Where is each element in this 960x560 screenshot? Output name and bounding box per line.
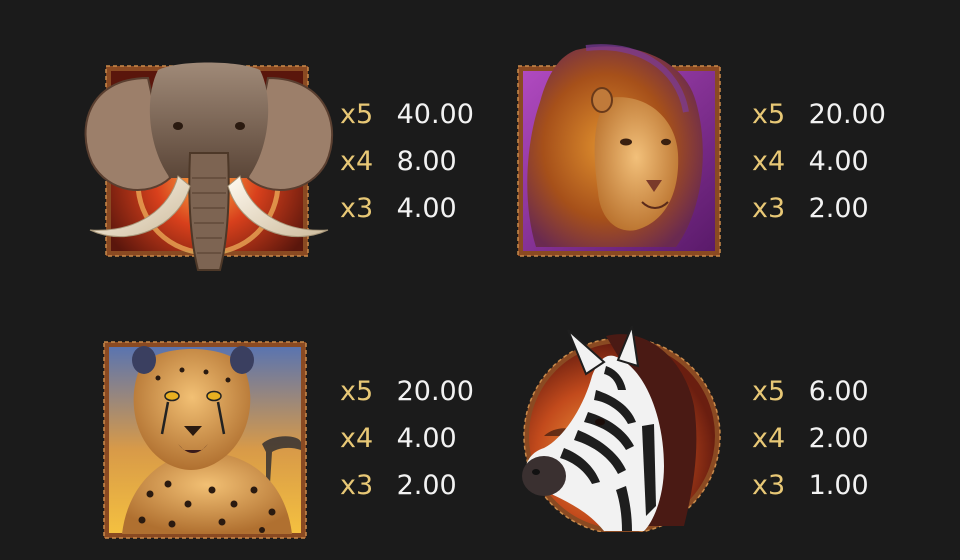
multiplier-label: x3 — [340, 193, 374, 224]
payout-amount: 4.00 — [396, 423, 457, 454]
payout-row: x4 2.00 — [752, 415, 912, 462]
zebra-icon — [514, 326, 724, 532]
payout-amount: 4.00 — [808, 146, 869, 177]
multiplier-label: x4 — [752, 423, 786, 454]
payout-amount: 2.00 — [808, 423, 869, 454]
multiplier-label: x5 — [752, 376, 786, 407]
payout-list-cheetah: x5 20.00 x4 4.00 x3 2.00 — [340, 368, 500, 509]
multiplier-label: x3 — [340, 470, 374, 501]
multiplier-label: x4 — [340, 146, 374, 177]
payout-row: x3 1.00 — [752, 462, 912, 509]
payout-row: x5 20.00 — [752, 91, 912, 138]
payout-row: x5 6.00 — [752, 368, 912, 415]
elephant-icon — [78, 58, 340, 280]
payout-amount: 20.00 — [396, 376, 474, 407]
payout-list-lion: x5 20.00 x4 4.00 x3 2.00 — [752, 91, 912, 232]
multiplier-label: x5 — [340, 376, 374, 407]
payout-row: x5 40.00 — [340, 91, 500, 138]
multiplier-label: x4 — [752, 146, 786, 177]
payout-amount: 2.00 — [396, 470, 457, 501]
payout-amount: 6.00 — [808, 376, 869, 407]
payout-amount: 1.00 — [808, 470, 869, 501]
payout-row: x3 2.00 — [340, 462, 500, 509]
payout-row: x4 4.00 — [340, 415, 500, 462]
payout-amount: 40.00 — [396, 99, 474, 130]
multiplier-label: x4 — [340, 423, 374, 454]
lion-icon — [516, 42, 722, 260]
payout-list-zebra: x5 6.00 x4 2.00 x3 1.00 — [752, 368, 912, 509]
payout-amount: 4.00 — [396, 193, 457, 224]
payout-row: x4 8.00 — [340, 138, 500, 185]
payout-row: x3 4.00 — [340, 185, 500, 232]
multiplier-label: x3 — [752, 470, 786, 501]
multiplier-label: x3 — [752, 193, 786, 224]
payout-amount: 2.00 — [808, 193, 869, 224]
multiplier-label: x5 — [752, 99, 786, 130]
multiplier-label: x5 — [340, 99, 374, 130]
paytable: x5 40.00 x4 8.00 x3 4.00 x5 20.00 x4 4.0… — [0, 0, 960, 560]
payout-row: x4 4.00 — [752, 138, 912, 185]
cheetah-icon — [102, 334, 308, 540]
payout-amount: 8.00 — [396, 146, 457, 177]
payout-amount: 20.00 — [808, 99, 886, 130]
payout-row: x5 20.00 — [340, 368, 500, 415]
payout-row: x3 2.00 — [752, 185, 912, 232]
payout-list-elephant: x5 40.00 x4 8.00 x3 4.00 — [340, 91, 500, 232]
